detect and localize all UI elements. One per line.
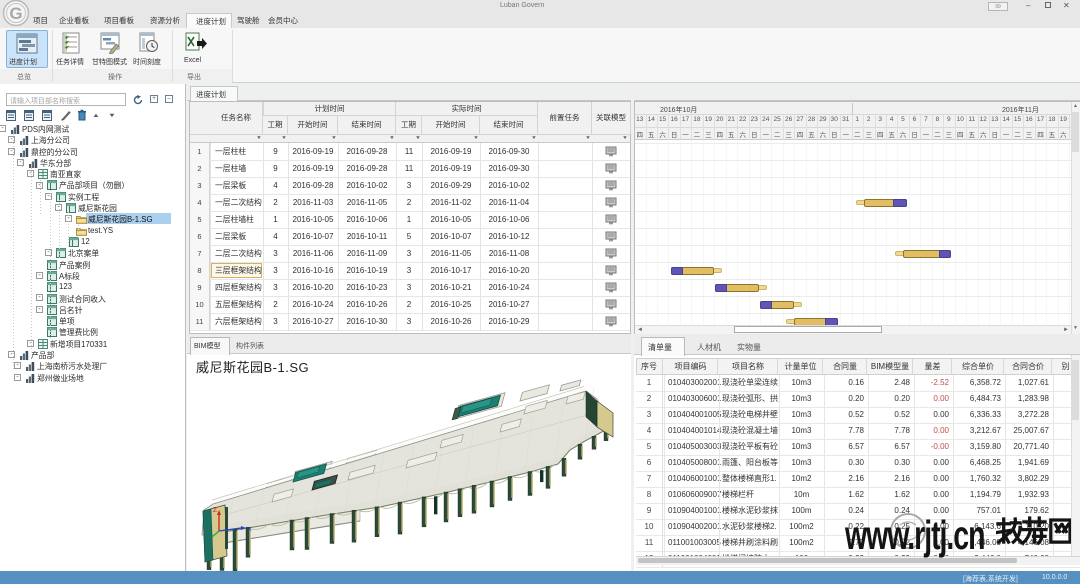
svg-text:x: x — [248, 526, 252, 533]
svg-text:G: G — [9, 4, 22, 23]
svg-text:Z: Z — [213, 507, 218, 514]
